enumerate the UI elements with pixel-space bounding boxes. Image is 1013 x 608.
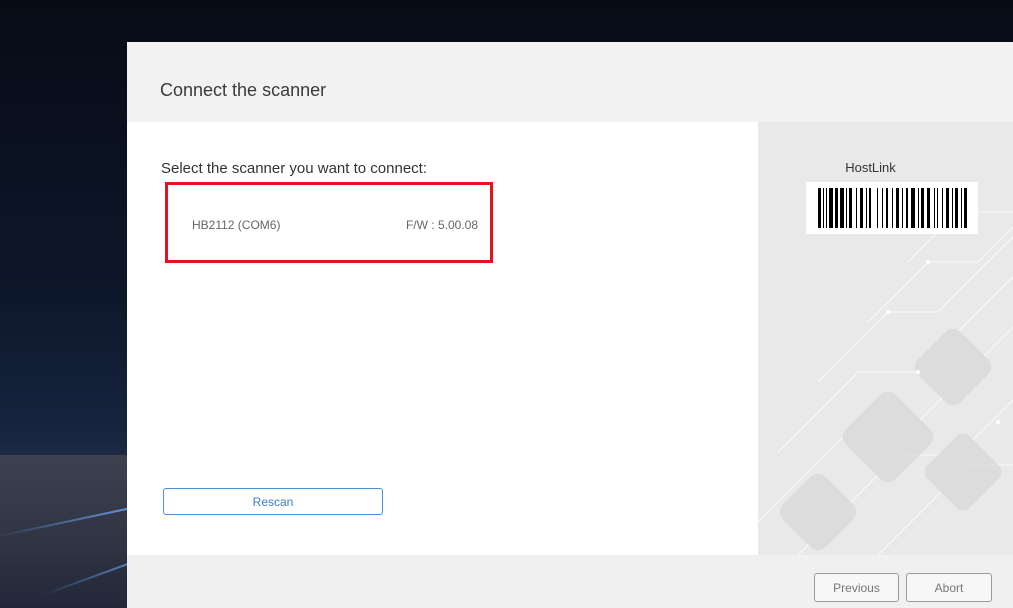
previous-button[interactable]: Previous [814,573,899,602]
dialog-title: Connect the scanner [160,80,327,100]
barcode-image [806,182,978,234]
barcode-icon [818,188,967,228]
scanner-list-item[interactable]: HB2112 (COM6) F/W : 5.00.08 [165,182,493,263]
rescan-button[interactable]: Rescan [163,488,383,515]
connect-scanner-dialog: Connect the scanner Select the scanner y… [127,42,1013,608]
abort-button[interactable]: Abort [906,573,992,602]
dialog-footer: Previous Abort [127,555,1013,608]
scanner-name: HB2112 (COM6) [192,218,281,232]
side-panel: HostLink [758,122,1013,555]
dialog-header: Connect the scanner [127,42,1013,122]
scanner-firmware: F/W : 5.00.08 [405,218,478,232]
hostlink-label: HostLink [845,160,896,175]
dialog-content: Select the scanner you want to connect: … [127,122,758,555]
select-scanner-prompt: Select the scanner you want to connect: [161,160,427,177]
